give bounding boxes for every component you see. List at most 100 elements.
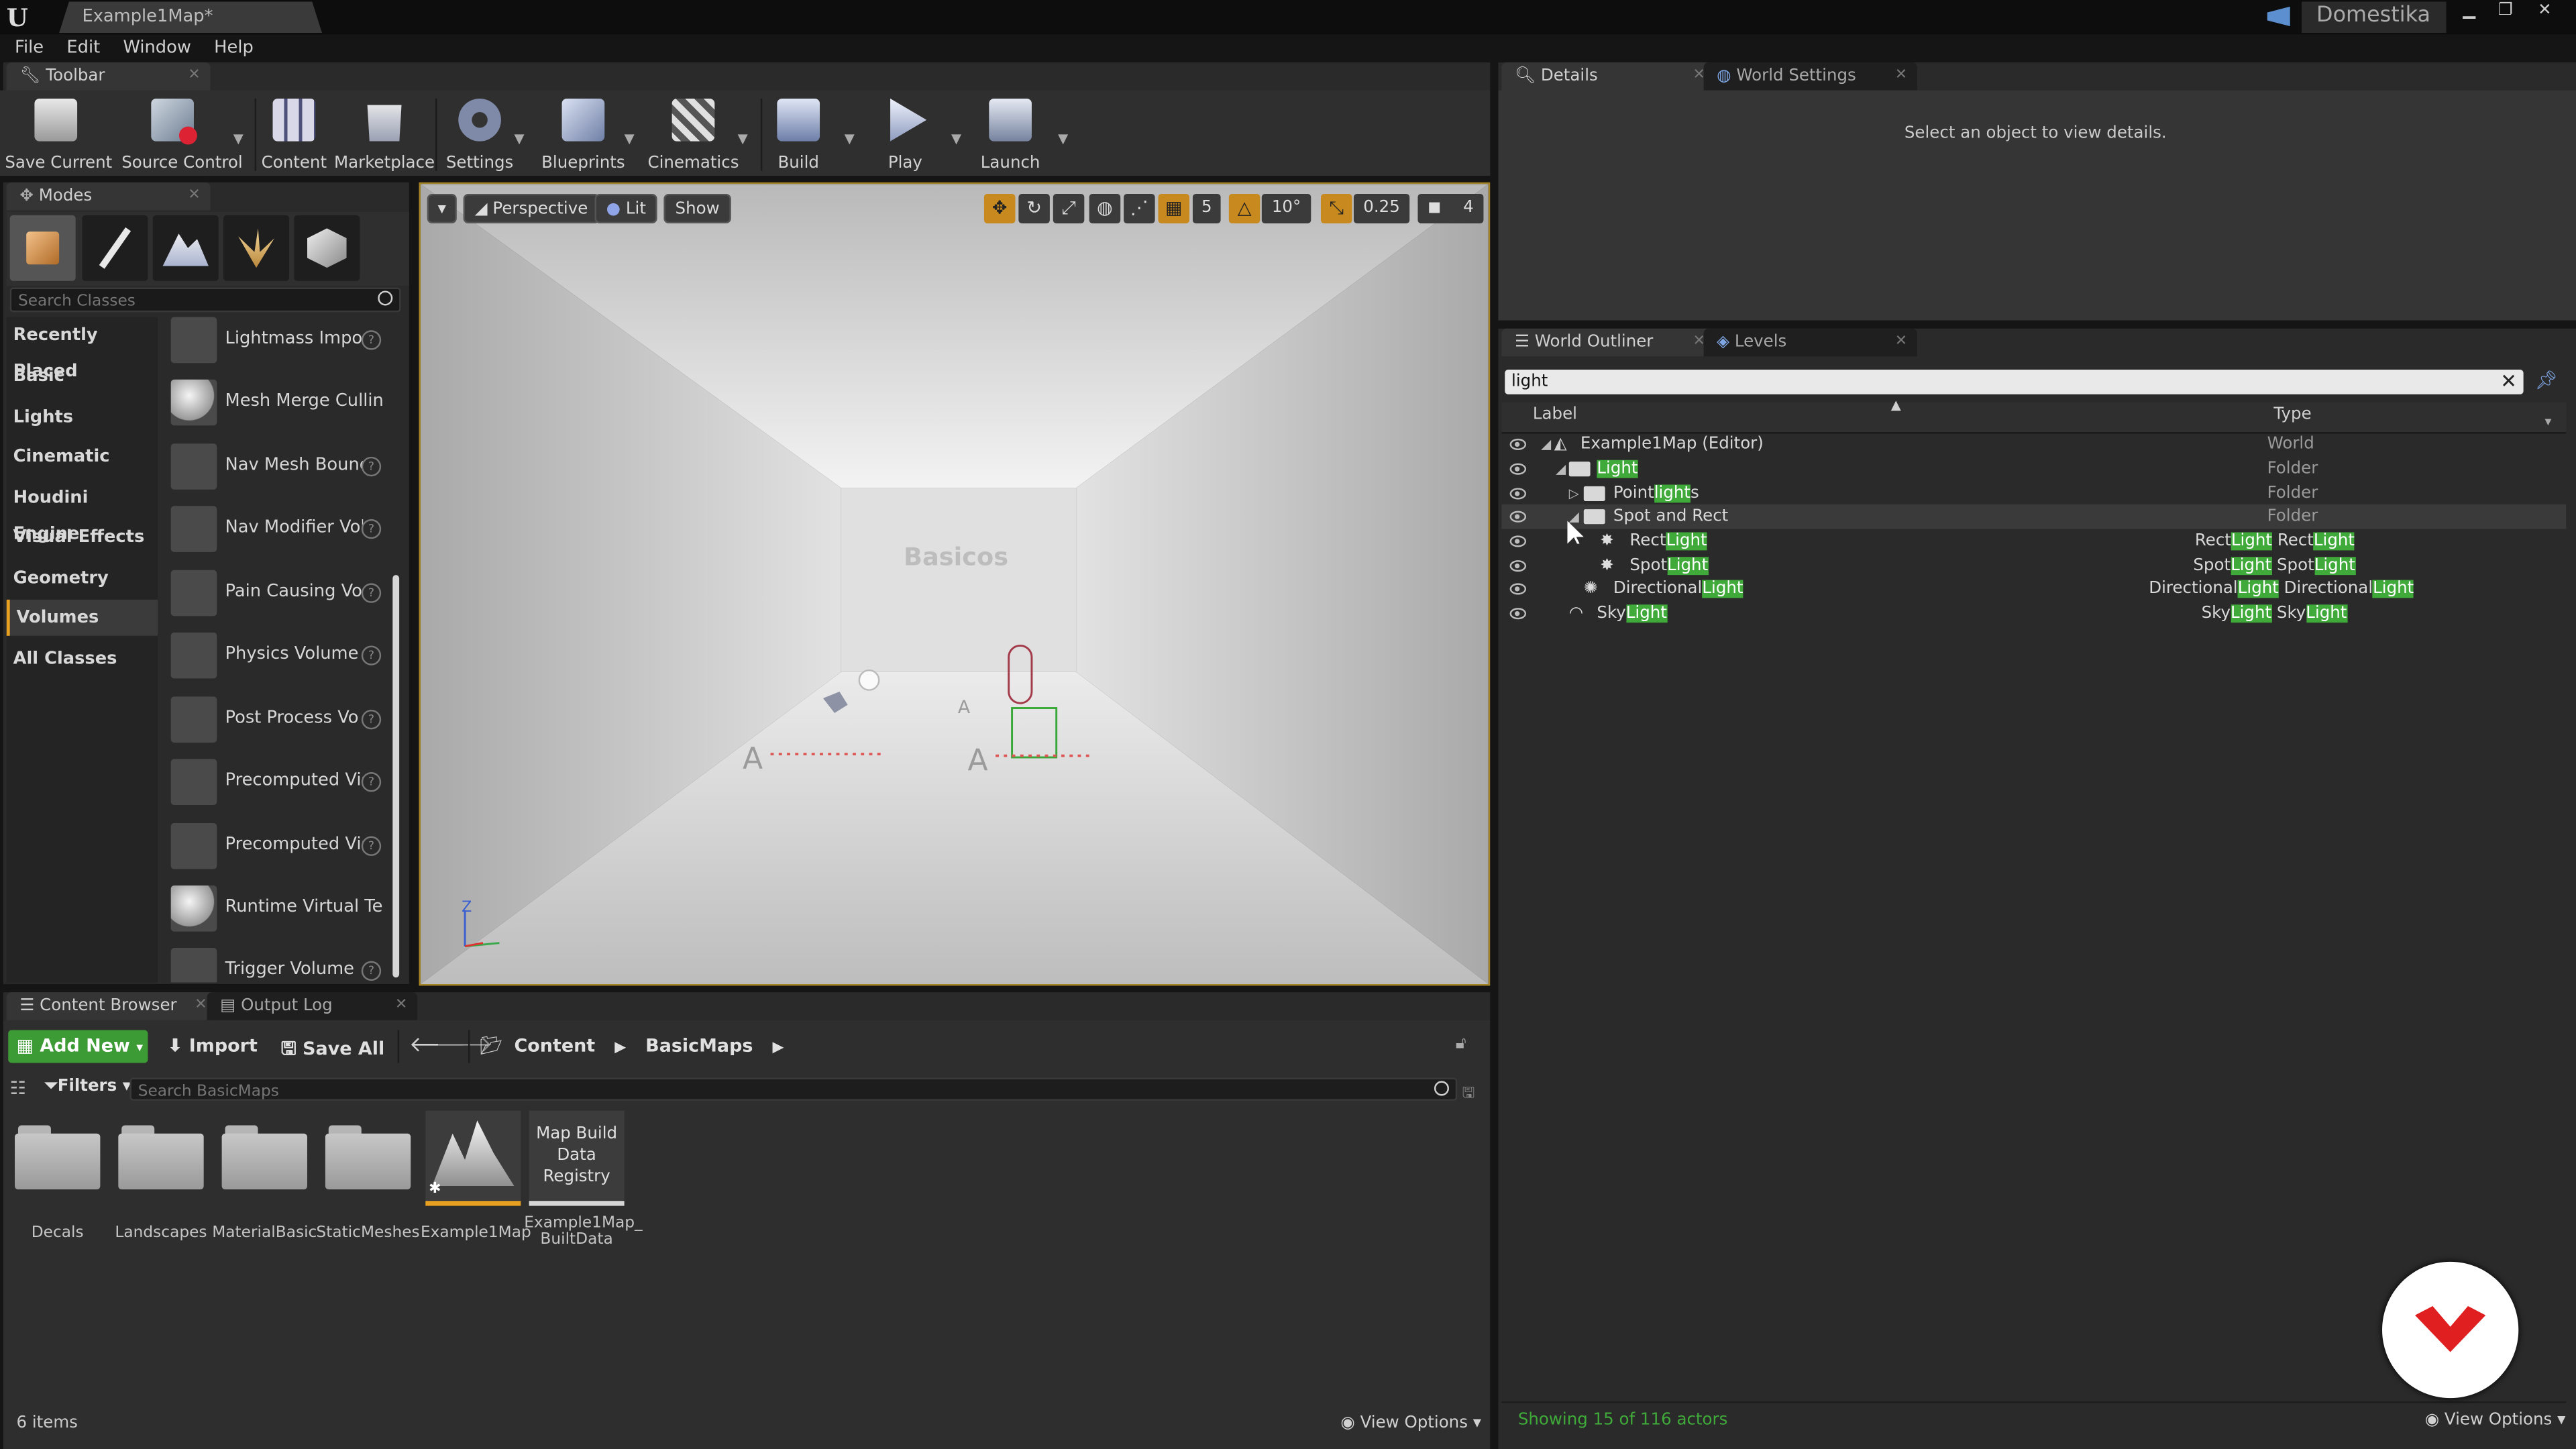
category-visual-effects[interactable]: Visual Effects <box>7 519 158 555</box>
outliner-row-rectlight[interactable]: ✸ RectLight RectLight RectLight <box>1501 529 2566 554</box>
scale-snap-icon[interactable]: ⤡ <box>1320 193 1352 224</box>
outliner-view-options[interactable]: ◉ View Options ▾ <box>2425 1411 2566 1430</box>
foliage-mode-tab[interactable] <box>223 215 290 281</box>
help-icon[interactable]: ? <box>361 645 382 665</box>
breadcrumb-content[interactable]: Content <box>515 1035 596 1057</box>
list-item[interactable]: Pain Causing Vol? <box>164 564 388 626</box>
grid-snap-value[interactable]: 5 <box>1192 193 1221 224</box>
tab-world-settings[interactable]: ◍ World Settings ✕ <box>1703 62 1917 91</box>
menu-help[interactable]: Help <box>203 34 265 62</box>
save-search-icon[interactable]: 🖫︎ <box>1462 1081 1475 1107</box>
perspective-button[interactable]: ◢︎ Perspective <box>463 193 600 224</box>
modes-scrollbar[interactable] <box>392 575 400 978</box>
close-tab-icon[interactable]: ✕ <box>1895 62 1907 91</box>
play-button[interactable]: Play <box>854 98 956 174</box>
tab-details[interactable]: 🔍︎ Details ✕ <box>1501 62 1715 91</box>
visibility-eye-icon[interactable] <box>1509 463 1527 475</box>
visibility-eye-icon[interactable] <box>1509 438 1527 451</box>
show-button[interactable]: Show <box>663 193 731 224</box>
tab-world-outliner[interactable]: ☰ World Outliner ✕ <box>1501 328 1715 357</box>
marketplace-button[interactable]: Marketplace <box>333 99 435 174</box>
close-tab-icon[interactable]: ✕ <box>188 62 200 91</box>
filters-button[interactable]: ⏷Filters ▾ <box>44 1078 131 1096</box>
list-item[interactable]: Runtime Virtual Text <box>164 879 388 941</box>
build-dropdown-icon[interactable]: ▼ <box>845 131 855 146</box>
landscape-mode-tab[interactable] <box>152 215 219 281</box>
expand-arrow-icon[interactable]: ◢ <box>1541 432 1551 457</box>
save-current-button[interactable]: Save Current <box>5 98 112 174</box>
asset-tile-example1map[interactable]: ✱ <box>425 1110 521 1206</box>
world-space-icon[interactable]: ◍ <box>1089 193 1121 224</box>
outliner-row-world[interactable]: ◢ ◭ Example1Map (Editor) World <box>1501 432 2566 457</box>
translate-mode-icon[interactable]: ✥ <box>983 193 1016 224</box>
label-column-header[interactable]: Label <box>1533 406 1577 424</box>
camera-speed-button[interactable]: ◼︎ 4 <box>1417 193 1484 224</box>
list-item[interactable]: Nav Mesh Bounc? <box>164 437 388 499</box>
tab-content-browser[interactable]: ☰ Content Browser ✕ <box>6 992 217 1020</box>
visibility-eye-icon[interactable] <box>1509 608 1527 620</box>
menu-window[interactable]: Window <box>111 34 203 62</box>
close-tab-icon[interactable]: ✕ <box>1895 329 1907 357</box>
list-item[interactable]: Precomputed Vis? <box>164 816 388 879</box>
column-options-icon[interactable]: ▾ <box>2544 414 2551 429</box>
source-control-dropdown-icon[interactable]: ▼ <box>233 131 244 146</box>
help-icon[interactable]: ? <box>361 961 382 981</box>
rotate-mode-icon[interactable]: ↻ <box>1018 193 1050 224</box>
close-icon[interactable]: ✕ <box>2527 0 2563 23</box>
sources-toggle-icon[interactable]: ☷ <box>10 1078 26 1099</box>
build-button[interactable]: Build <box>747 98 849 174</box>
clear-search-icon[interactable]: ✕ <box>2500 370 2517 392</box>
close-tab-icon[interactable]: ✕ <box>195 992 207 1020</box>
viewport[interactable]: A A A Basicos Z ▾ ◢︎ Perspective ● Lit S… <box>419 182 1491 986</box>
content-view-options[interactable]: ◉ View Options ▾ <box>1340 1415 1481 1433</box>
menu-file[interactable]: File <box>3 34 55 62</box>
geometry-mode-tab[interactable] <box>294 215 360 281</box>
search-classes-field[interactable] <box>9 287 401 314</box>
asset-tile-builtdata[interactable]: Map Build Data Registry <box>529 1110 625 1206</box>
scale-snap-value[interactable]: 0.25 <box>1353 193 1410 224</box>
add-new-button[interactable]: ▦ Add New ▾ <box>8 1030 148 1063</box>
visibility-eye-icon[interactable] <box>1509 488 1527 500</box>
category-cinematic[interactable]: Cinematic <box>7 439 158 475</box>
outliner-search-field[interactable]: ✕ <box>1505 370 2524 394</box>
scale-mode-icon[interactable]: ⤢ <box>1053 193 1085 224</box>
visibility-eye-icon[interactable] <box>1509 560 1527 572</box>
category-recently-placed[interactable]: Recently Placed <box>7 317 158 381</box>
help-icon[interactable]: ? <box>361 836 382 856</box>
cinematics-dropdown-icon[interactable]: ▼ <box>738 131 748 146</box>
viewport-options-dropdown[interactable]: ▾ <box>427 193 457 224</box>
category-basic[interactable]: Basic <box>7 358 158 394</box>
menu-edit[interactable]: Edit <box>55 34 111 62</box>
outliner-row-pointlights-folder[interactable]: ▷ Pointlights Folder <box>1501 482 2566 506</box>
collapse-arrow-icon[interactable]: ▷ <box>1569 482 1579 506</box>
outliner-row-directionallight[interactable]: ✺ DirectionalLight DirectionalLight Dire… <box>1501 577 2566 602</box>
list-item[interactable]: Physics Volume? <box>164 626 388 688</box>
outliner-row-spotlight[interactable]: ✸ SpotLight SpotLight SpotLight <box>1501 553 2566 578</box>
content-search-input[interactable] <box>134 1079 1423 1103</box>
help-icon[interactable]: ? <box>361 772 382 792</box>
rotation-snap-icon[interactable]: △ <box>1228 193 1260 224</box>
cinematics-button[interactable]: Cinematics <box>643 98 745 174</box>
help-icon[interactable]: ? <box>361 709 382 730</box>
category-volumes[interactable]: Volumes <box>6 599 158 636</box>
outliner-row-spot-rect-folder[interactable]: ◢ Spot and Rect Folder <box>1501 504 2567 529</box>
tab-toolbar[interactable]: 🔧︎ Toolbar ✕ <box>6 62 211 91</box>
close-tab-icon[interactable]: ✕ <box>395 992 407 1020</box>
outliner-row-skylight[interactable]: ◠ SkyLight SkyLight SkyLight <box>1501 601 2566 626</box>
type-column-header[interactable]: Type <box>2273 406 2311 424</box>
category-lights[interactable]: Lights <box>7 399 158 435</box>
list-item[interactable]: Nav Modifier Vol? <box>164 499 388 561</box>
minimize-icon[interactable]: ▁ <box>2451 0 2487 23</box>
list-item[interactable]: Lightmass Impor? <box>164 311 388 373</box>
launch-button[interactable]: Launch <box>959 98 1061 174</box>
list-item[interactable]: Post Process Vo? <box>164 690 388 753</box>
grid-snap-icon[interactable]: ▦ <box>1158 193 1190 224</box>
source-control-button[interactable]: Source Control <box>121 98 243 174</box>
content-search-field[interactable] <box>129 1077 1458 1103</box>
visibility-eye-icon[interactable] <box>1509 535 1527 547</box>
breadcrumb-separator-icon[interactable]: ▶ <box>614 1040 626 1056</box>
help-icon[interactable]: ? <box>361 583 382 603</box>
visibility-eye-icon[interactable] <box>1509 583 1527 595</box>
content-button[interactable]: Content <box>243 98 345 174</box>
expand-arrow-icon[interactable]: ◢ <box>1556 457 1566 482</box>
